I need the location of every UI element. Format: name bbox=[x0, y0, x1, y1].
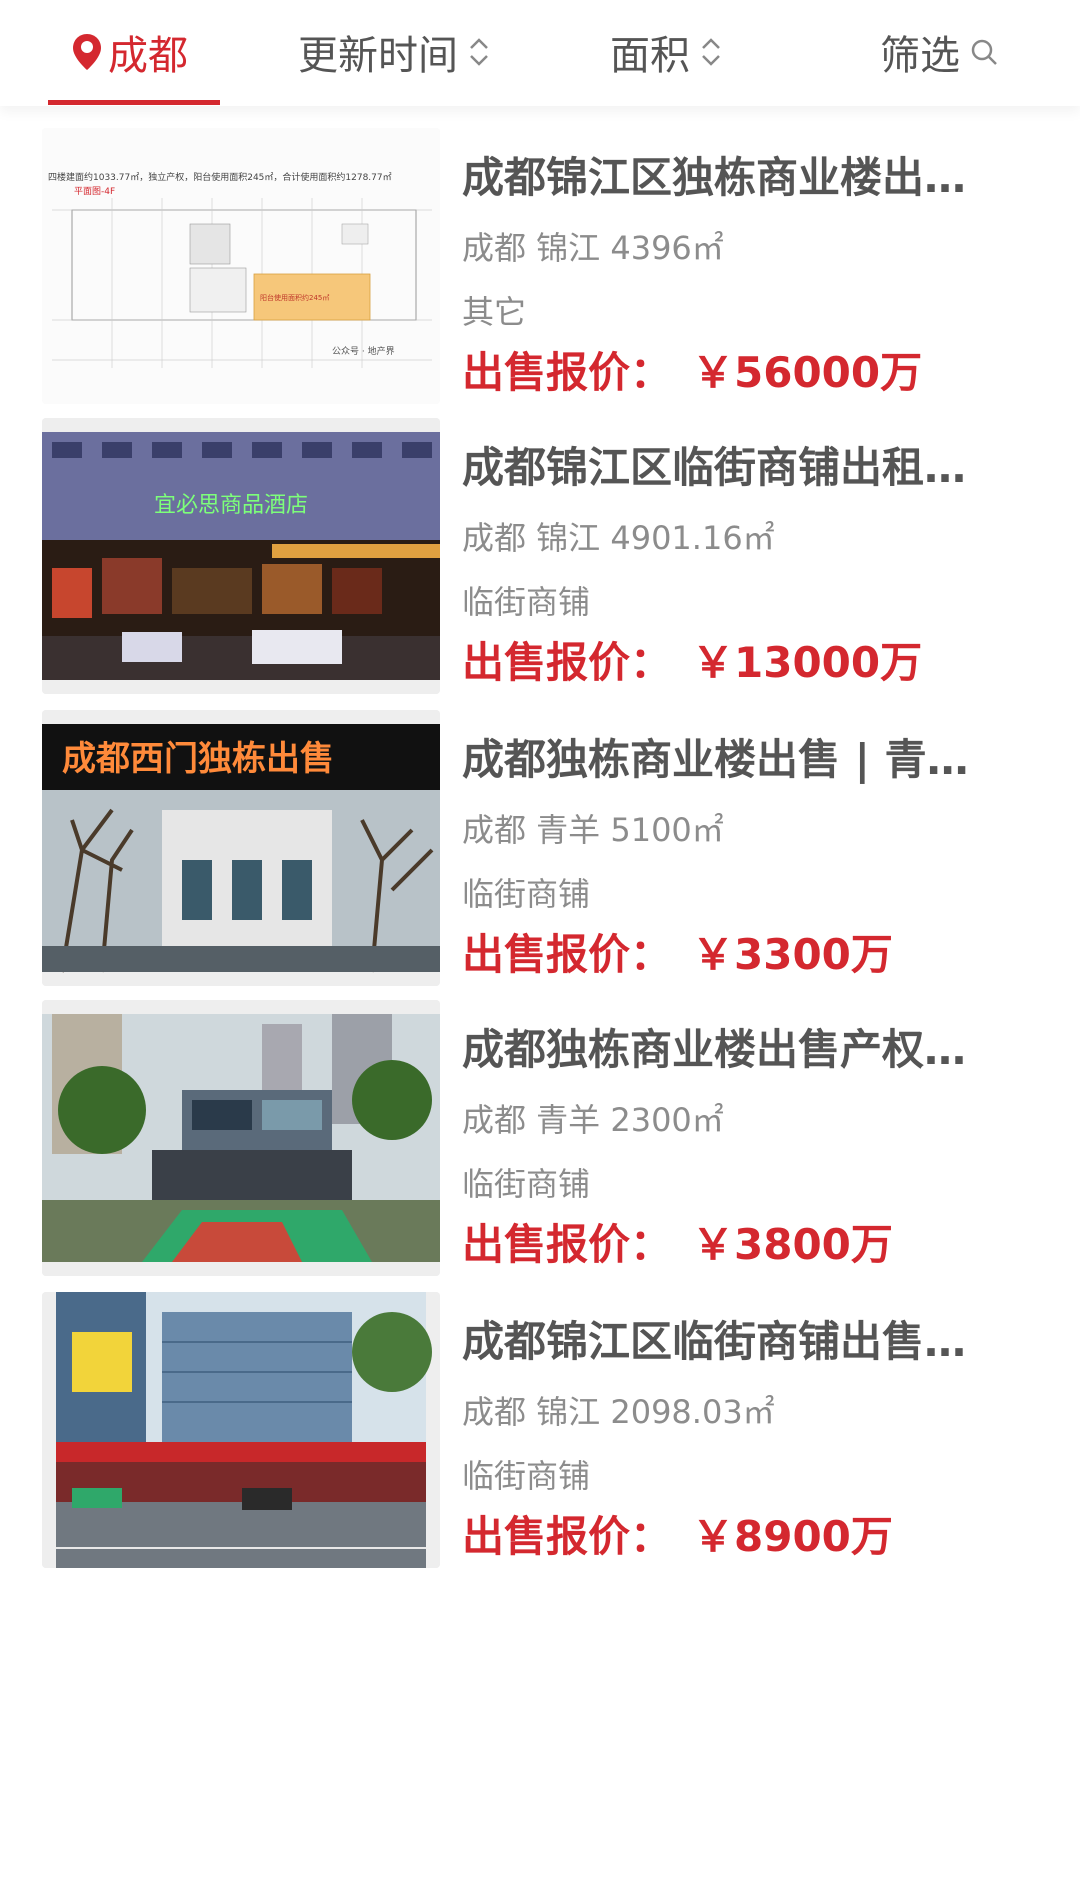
price-label: 出售报价： bbox=[462, 638, 673, 687]
listing-meta: 成都 锦江 4396㎡ bbox=[462, 229, 724, 267]
listing-category: 临街商铺 bbox=[462, 875, 591, 913]
listing-title: 成都独栋商业楼出售产权… bbox=[462, 1025, 967, 1074]
listing-title: 成都锦江区临街商铺出租… bbox=[462, 443, 967, 492]
floorplan-caption: 四楼建面约1033.77㎡，独立产权，阳台使用面积245㎡，合计使用面积约127… bbox=[48, 171, 392, 183]
sort-icon bbox=[468, 34, 490, 70]
price-label: 出售报价： bbox=[462, 1220, 673, 1269]
tab-update-time[interactable]: 更新时间 bbox=[298, 0, 490, 104]
hotel-sign: 宜必思商品酒店 bbox=[154, 493, 308, 518]
price-value: ￥8900万 bbox=[692, 1512, 893, 1561]
price-value: ￥13000万 bbox=[692, 638, 923, 687]
price-value: ￥3800万 bbox=[692, 1220, 893, 1269]
listing-price: 出售报价： ￥13000万 bbox=[462, 636, 922, 690]
listing-title: 成都独栋商业楼出售 | 青… bbox=[462, 735, 969, 784]
location-pin-icon bbox=[72, 33, 102, 71]
banner-text: 成都西门独栋出售 bbox=[62, 739, 334, 779]
watermark: 公众号 · 地产界 bbox=[332, 345, 395, 357]
floorplan-subtitle: 平面图-4F bbox=[74, 186, 115, 197]
listing-price: 出售报价： ￥3300万 bbox=[462, 928, 893, 982]
listing-category: 临街商铺 bbox=[462, 1457, 591, 1495]
listing-thumbnail-street bbox=[42, 1292, 440, 1568]
listing-title: 成都锦江区独栋商业楼出… bbox=[462, 153, 967, 202]
price-label: 出售报价： bbox=[462, 1512, 673, 1561]
tab-update-time-label: 更新时间 bbox=[298, 33, 458, 79]
tab-filter-label: 筛选 bbox=[880, 33, 960, 79]
tab-filter[interactable]: 筛选 bbox=[880, 0, 998, 104]
listing-category: 临街商铺 bbox=[462, 583, 591, 621]
listing-price: 出售报价： ￥3800万 bbox=[462, 1218, 893, 1272]
listing-thumbnail-building: 成都西门独栋出售 bbox=[42, 710, 440, 986]
listing-thumbnail-courtyard bbox=[42, 1000, 440, 1276]
listing-category: 临街商铺 bbox=[462, 1165, 591, 1203]
listing-meta: 成都 青羊 5100㎡ bbox=[462, 811, 724, 849]
active-tab-indicator bbox=[48, 100, 220, 105]
listing-thumbnail-hotel: 宜必思商品酒店 bbox=[42, 418, 440, 694]
listing-meta: 成都 青羊 2300㎡ bbox=[462, 1101, 724, 1139]
sort-icon bbox=[700, 34, 722, 70]
floorplan-highlight: 阳台使用面积约245㎡ bbox=[260, 293, 329, 302]
search-icon bbox=[970, 38, 998, 66]
listing-price: 出售报价： ￥8900万 bbox=[462, 1510, 893, 1564]
listing-title: 成都锦江区临街商铺出售… bbox=[462, 1317, 967, 1366]
listing-category: 其它 bbox=[462, 293, 527, 331]
listing-price: 出售报价： ￥56000万 bbox=[462, 346, 922, 400]
filter-bar: 成都 更新时间 面积 筛选 bbox=[0, 0, 1080, 106]
price-label: 出售报价： bbox=[462, 930, 673, 979]
listing-thumbnail-floorplan: 四楼建面约1033.77㎡，独立产权，阳台使用面积245㎡，合计使用面积约127… bbox=[42, 128, 440, 404]
tab-area-label: 面积 bbox=[610, 33, 690, 79]
tab-area[interactable]: 面积 bbox=[610, 0, 722, 104]
price-value: ￥3300万 bbox=[692, 930, 893, 979]
tab-city-label: 成都 bbox=[108, 33, 188, 79]
price-value: ￥56000万 bbox=[692, 348, 923, 397]
price-label: 出售报价： bbox=[462, 348, 673, 397]
listing-meta: 成都 锦江 2098.03㎡ bbox=[462, 1393, 775, 1431]
listing-card[interactable]: 成都锦江区临街商铺出售… 成都 锦江 2098.03㎡ 临街商铺 出售报价： ￥8… bbox=[0, 1270, 1080, 1620]
tab-city[interactable]: 成都 bbox=[72, 0, 188, 104]
listing-meta: 成都 锦江 4901.16㎡ bbox=[462, 519, 775, 557]
